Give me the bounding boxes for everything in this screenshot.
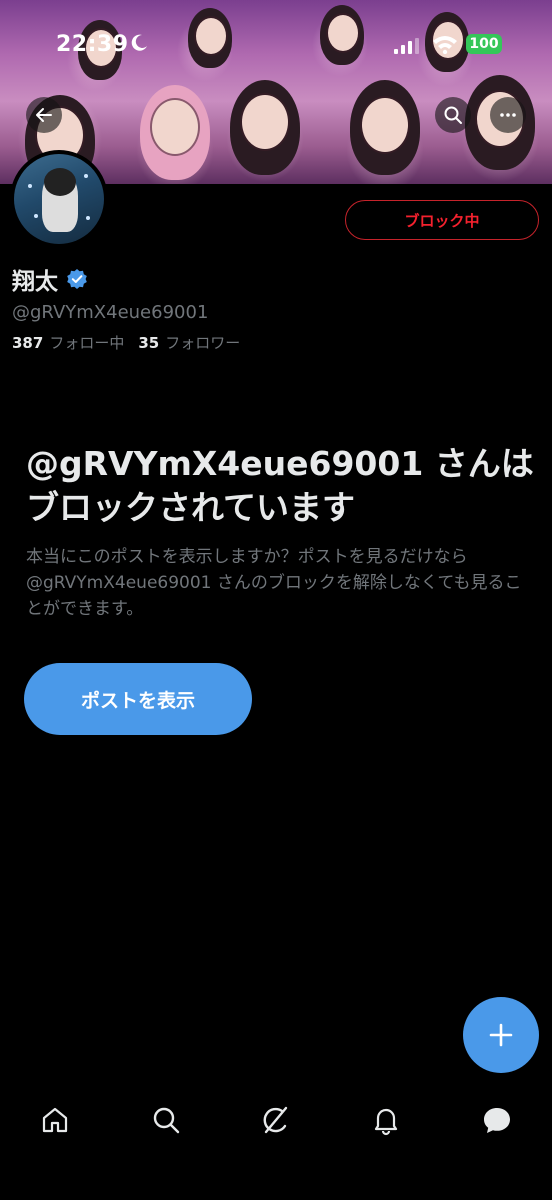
signal-icon (394, 38, 419, 54)
avatar-sparkle (28, 184, 32, 188)
show-posts-button[interactable]: ポストを表示 (24, 663, 252, 735)
display-name: 翔太 (12, 269, 58, 295)
profile-name-row: 翔太 (12, 262, 88, 296)
followers-link[interactable]: 35 フォロワー (138, 332, 240, 353)
blocking-button[interactable]: ブロック中 (345, 200, 539, 240)
more-icon (500, 113, 516, 117)
moon-icon (131, 34, 147, 51)
nav-search[interactable] (136, 1090, 196, 1150)
more-button[interactable] (490, 97, 526, 133)
plus-icon (489, 1023, 513, 1047)
banner-figure (152, 100, 198, 154)
banner-figure (362, 98, 408, 152)
wifi-icon (433, 36, 457, 54)
back-button[interactable] (26, 97, 62, 133)
nav-messages[interactable] (467, 1090, 527, 1150)
nav-home[interactable] (25, 1090, 85, 1150)
verified-badge-icon[interactable] (66, 268, 88, 290)
home-icon (43, 1107, 68, 1133)
nav-grok[interactable] (246, 1090, 306, 1150)
follow-stats: 387 フォロー中 35 フォロワー (12, 332, 240, 353)
nav-notifications[interactable] (356, 1090, 416, 1150)
banner-figure (242, 95, 288, 149)
blocked-notice-description: 本当にこのポストを表示しますか？ポストを見るだけなら @gRVYmX4eue69… (26, 547, 522, 619)
profile-handle: @gRVYmX4eue69001 (12, 302, 209, 323)
status-time: 22:39 (56, 32, 129, 57)
following-label: フォロー中 (49, 334, 125, 352)
battery-indicator: 100 (466, 34, 502, 54)
search-button[interactable] (435, 97, 471, 133)
compose-button[interactable] (463, 997, 539, 1073)
following-count: 387 (12, 334, 44, 352)
avatar-sparkle (34, 214, 38, 218)
status-bar: 22:39 100 (0, 0, 552, 92)
grok-icon (263, 1106, 288, 1134)
arrow-left-icon (36, 108, 52, 122)
followers-count: 35 (138, 334, 160, 352)
search-icon (444, 106, 462, 124)
bottom-navigation (0, 1088, 552, 1152)
avatar-figure-hair (44, 168, 76, 196)
profile-avatar[interactable] (10, 150, 108, 248)
chat-icon (483, 1108, 510, 1133)
bell-icon (375, 1108, 398, 1136)
avatar-sparkle (84, 174, 88, 178)
following-link[interactable]: 387 フォロー中 (12, 332, 124, 353)
followers-label: フォロワー (165, 334, 241, 352)
blocked-notice-title: @gRVYmX4eue69001 さんはブロックされています (26, 444, 534, 527)
search-icon (153, 1107, 179, 1134)
avatar-sparkle (86, 216, 90, 220)
avatar (14, 154, 104, 244)
